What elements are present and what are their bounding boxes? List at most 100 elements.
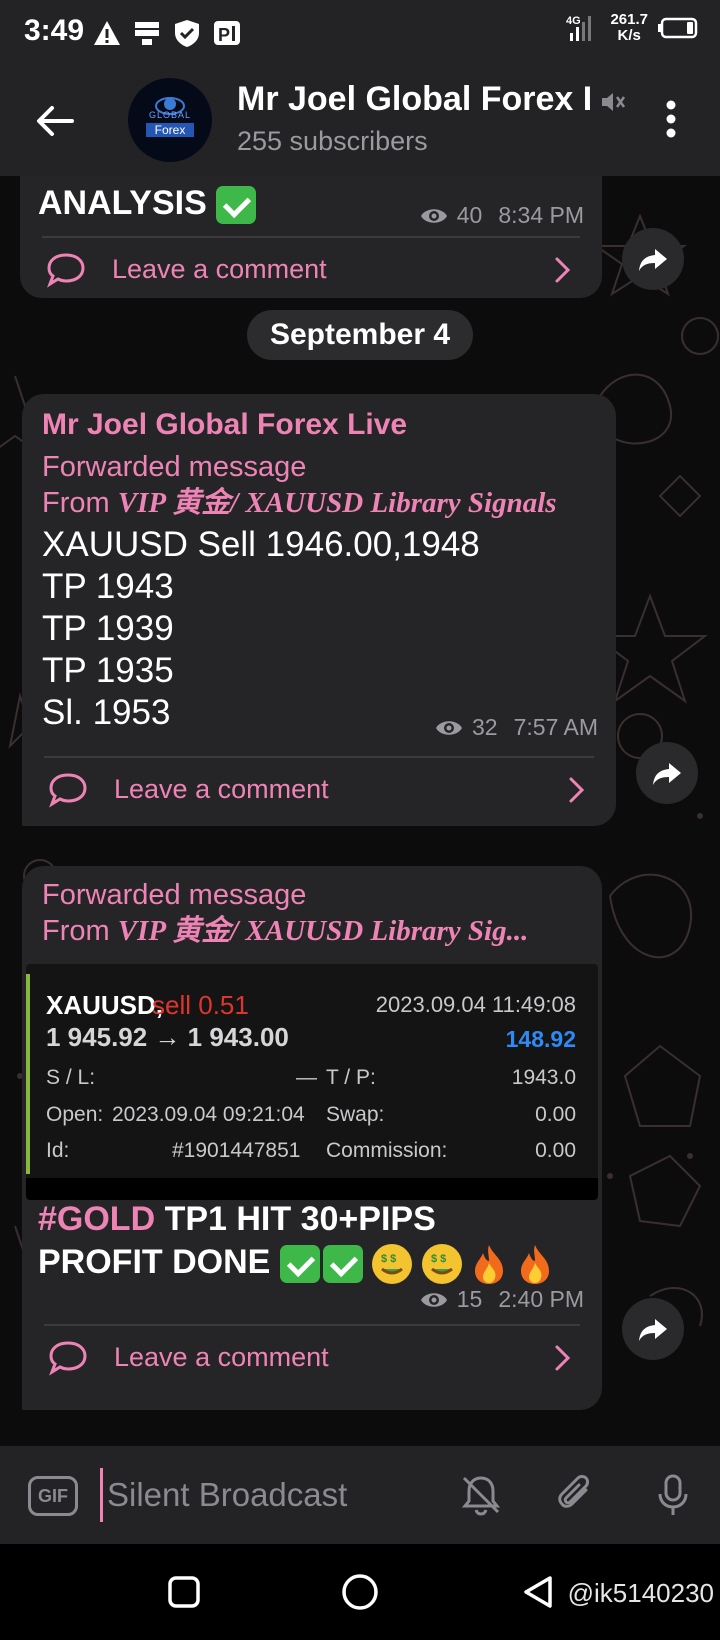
view-count: 15	[456, 1286, 483, 1312]
trade-accent-bar	[26, 974, 30, 1174]
message-bubble[interactable]: Mr Joel Global Forex Live Forwarded mess…	[22, 394, 616, 826]
share-button[interactable]	[622, 228, 684, 290]
home-button[interactable]	[340, 1572, 380, 1612]
message-meta: 32 7:57 AM	[434, 714, 598, 741]
network-speed: 261.7 K/s	[610, 12, 648, 44]
notification-off-icon[interactable]	[458, 1472, 504, 1518]
check-mark-emoji	[322, 1245, 363, 1284]
commission-value: 0.00	[535, 1139, 576, 1162]
signal-line: TP 1943	[42, 567, 174, 606]
comment-bubble-icon	[49, 773, 87, 808]
tp-label: T / P:	[326, 1066, 376, 1089]
swap-label: Swap:	[326, 1103, 385, 1126]
recent-apps-button[interactable]	[166, 1574, 202, 1610]
views-eye-icon	[420, 1292, 447, 1307]
forwarded-from[interactable]: From VIP 黄金/ XAUUSD Library Sig...	[42, 912, 528, 950]
chevron-right-icon	[555, 1345, 571, 1371]
signal-line: Sl. 1953	[42, 693, 171, 732]
leave-comment-button[interactable]: Leave a comment	[22, 1326, 602, 1386]
comment-label: Leave a comment	[114, 774, 329, 804]
microphone-icon[interactable]	[650, 1472, 696, 1518]
back-arrow-icon[interactable]	[32, 98, 78, 144]
svg-text:$ $: $ $	[431, 1253, 446, 1265]
date-separator: September 4	[247, 310, 473, 360]
trade-card-footer	[26, 1178, 598, 1200]
leave-comment-button[interactable]: Leave a comment	[20, 238, 602, 298]
signal-line: TP 1935	[42, 651, 174, 690]
forwarded-from[interactable]: From VIP 黄金/ XAUUSD Library Signals	[42, 484, 557, 522]
more-options-icon[interactable]	[656, 96, 686, 142]
comment-label: Leave a comment	[112, 254, 327, 284]
share-arrow-icon	[653, 763, 681, 785]
id-value: #1901447851	[172, 1139, 301, 1162]
trade-screenshot-image[interactable]: XAUUSD, sell 0.51 2023.09.04 11:49:08 1 …	[26, 964, 598, 1200]
gif-button[interactable]: GIF	[28, 1476, 78, 1516]
swap-value: 0.00	[535, 1103, 576, 1126]
from-prefix: From	[42, 487, 110, 519]
leave-comment-button[interactable]: Leave a comment	[22, 758, 616, 818]
svg-text:$ $: $ $	[381, 1253, 396, 1265]
comment-bubble-icon	[47, 253, 85, 288]
sl-value: —	[296, 1066, 317, 1089]
trade-side: sell 0.51	[152, 990, 249, 1020]
channel-avatar[interactable]: GLOBAL Forex	[128, 78, 212, 162]
avatar-text-bottom: Forex	[154, 123, 186, 137]
comment-label: Leave a comment	[114, 1342, 329, 1372]
check-mark-emoji	[279, 1245, 320, 1284]
message-text: #GOLD TP1 HIT 30+PIPS PROFIT DONE $ $ $ …	[38, 1198, 553, 1285]
svg-text:4G: 4G	[566, 15, 581, 27]
view-count: 40	[456, 202, 483, 228]
open-value: 2023.09.04 09:21:04	[112, 1103, 305, 1126]
attach-paperclip-icon[interactable]	[552, 1472, 598, 1518]
chat-area[interactable]: ANALYSIS 40 8:34 PM Leave a comment Sept…	[0, 176, 720, 1446]
forwarded-label: Forwarded message	[42, 879, 307, 911]
message-meta: 40 8:34 PM	[419, 202, 584, 229]
message-line: PROFIT DONE	[38, 1243, 271, 1281]
message-time: 7:57 AM	[513, 714, 598, 740]
from-source: VIP 黄金/ XAUUSD Library Signals	[117, 487, 557, 519]
status-icons: P	[92, 18, 242, 48]
money-mouth-emoji: $ $	[372, 1244, 413, 1285]
open-label: Open:	[46, 1103, 104, 1126]
shield-icon	[175, 20, 199, 47]
back-nav-button[interactable]	[520, 1574, 556, 1610]
id-label: Id:	[46, 1139, 70, 1162]
watermark-text: @ik5140230	[567, 1578, 714, 1608]
share-button[interactable]	[636, 742, 698, 804]
check-mark-emoji	[216, 186, 257, 225]
trade-datetime: 2023.09.04 11:49:08	[375, 992, 576, 1017]
globe-logo-icon	[146, 97, 194, 137]
message-text-tail: ANALYSIS	[38, 184, 207, 222]
share-arrow-icon	[639, 249, 667, 271]
views-eye-icon	[436, 720, 463, 735]
signal-text: XAUUSD Sell 1946.00,1948 TP 1943 TP 1939…	[42, 524, 480, 734]
money-mouth-emoji: $ $	[421, 1244, 462, 1285]
share-button[interactable]	[622, 1298, 684, 1360]
channel-title[interactable]: Mr Joel Global Forex Live	[237, 80, 590, 119]
comment-bubble-icon	[49, 1341, 87, 1376]
message-input-bar: GIF	[0, 1446, 720, 1544]
chat-header: GLOBAL Forex Mr Joel Global Forex Live 2…	[0, 66, 720, 176]
from-source: VIP 黄金/ XAUUSD Library Sig...	[117, 915, 529, 947]
status-right: 4G 261.7 K/s	[566, 12, 698, 44]
storage-icon	[135, 22, 159, 45]
subscriber-count: 255 subscribers	[237, 126, 428, 156]
trade-symbol: XAUUSD,	[46, 990, 164, 1020]
chevron-right-icon	[555, 257, 571, 283]
message-input[interactable]	[100, 1468, 437, 1522]
hashtag[interactable]: #GOLD	[38, 1200, 155, 1238]
message-bubble[interactable]: ANALYSIS 40 8:34 PM Leave a comment	[20, 176, 602, 298]
message-author[interactable]: Mr Joel Global Forex Live	[42, 408, 407, 442]
system-nav-bar: @ik5140230	[0, 1544, 720, 1640]
forwarded-label: Forwarded message	[42, 451, 307, 483]
network-speed-value: 261.7	[610, 11, 648, 28]
views-eye-icon	[420, 208, 447, 223]
svg-text:P: P	[218, 25, 230, 45]
message-line: TP1 HIT 30+PIPS	[164, 1200, 436, 1238]
muted-speaker-icon	[602, 93, 626, 111]
signal-line: TP 1939	[42, 609, 174, 648]
message-time: 8:34 PM	[498, 202, 584, 228]
fire-emoji	[475, 1245, 504, 1285]
status-time: 3:49	[24, 14, 85, 47]
message-meta: 15 2:40 PM	[419, 1286, 584, 1313]
